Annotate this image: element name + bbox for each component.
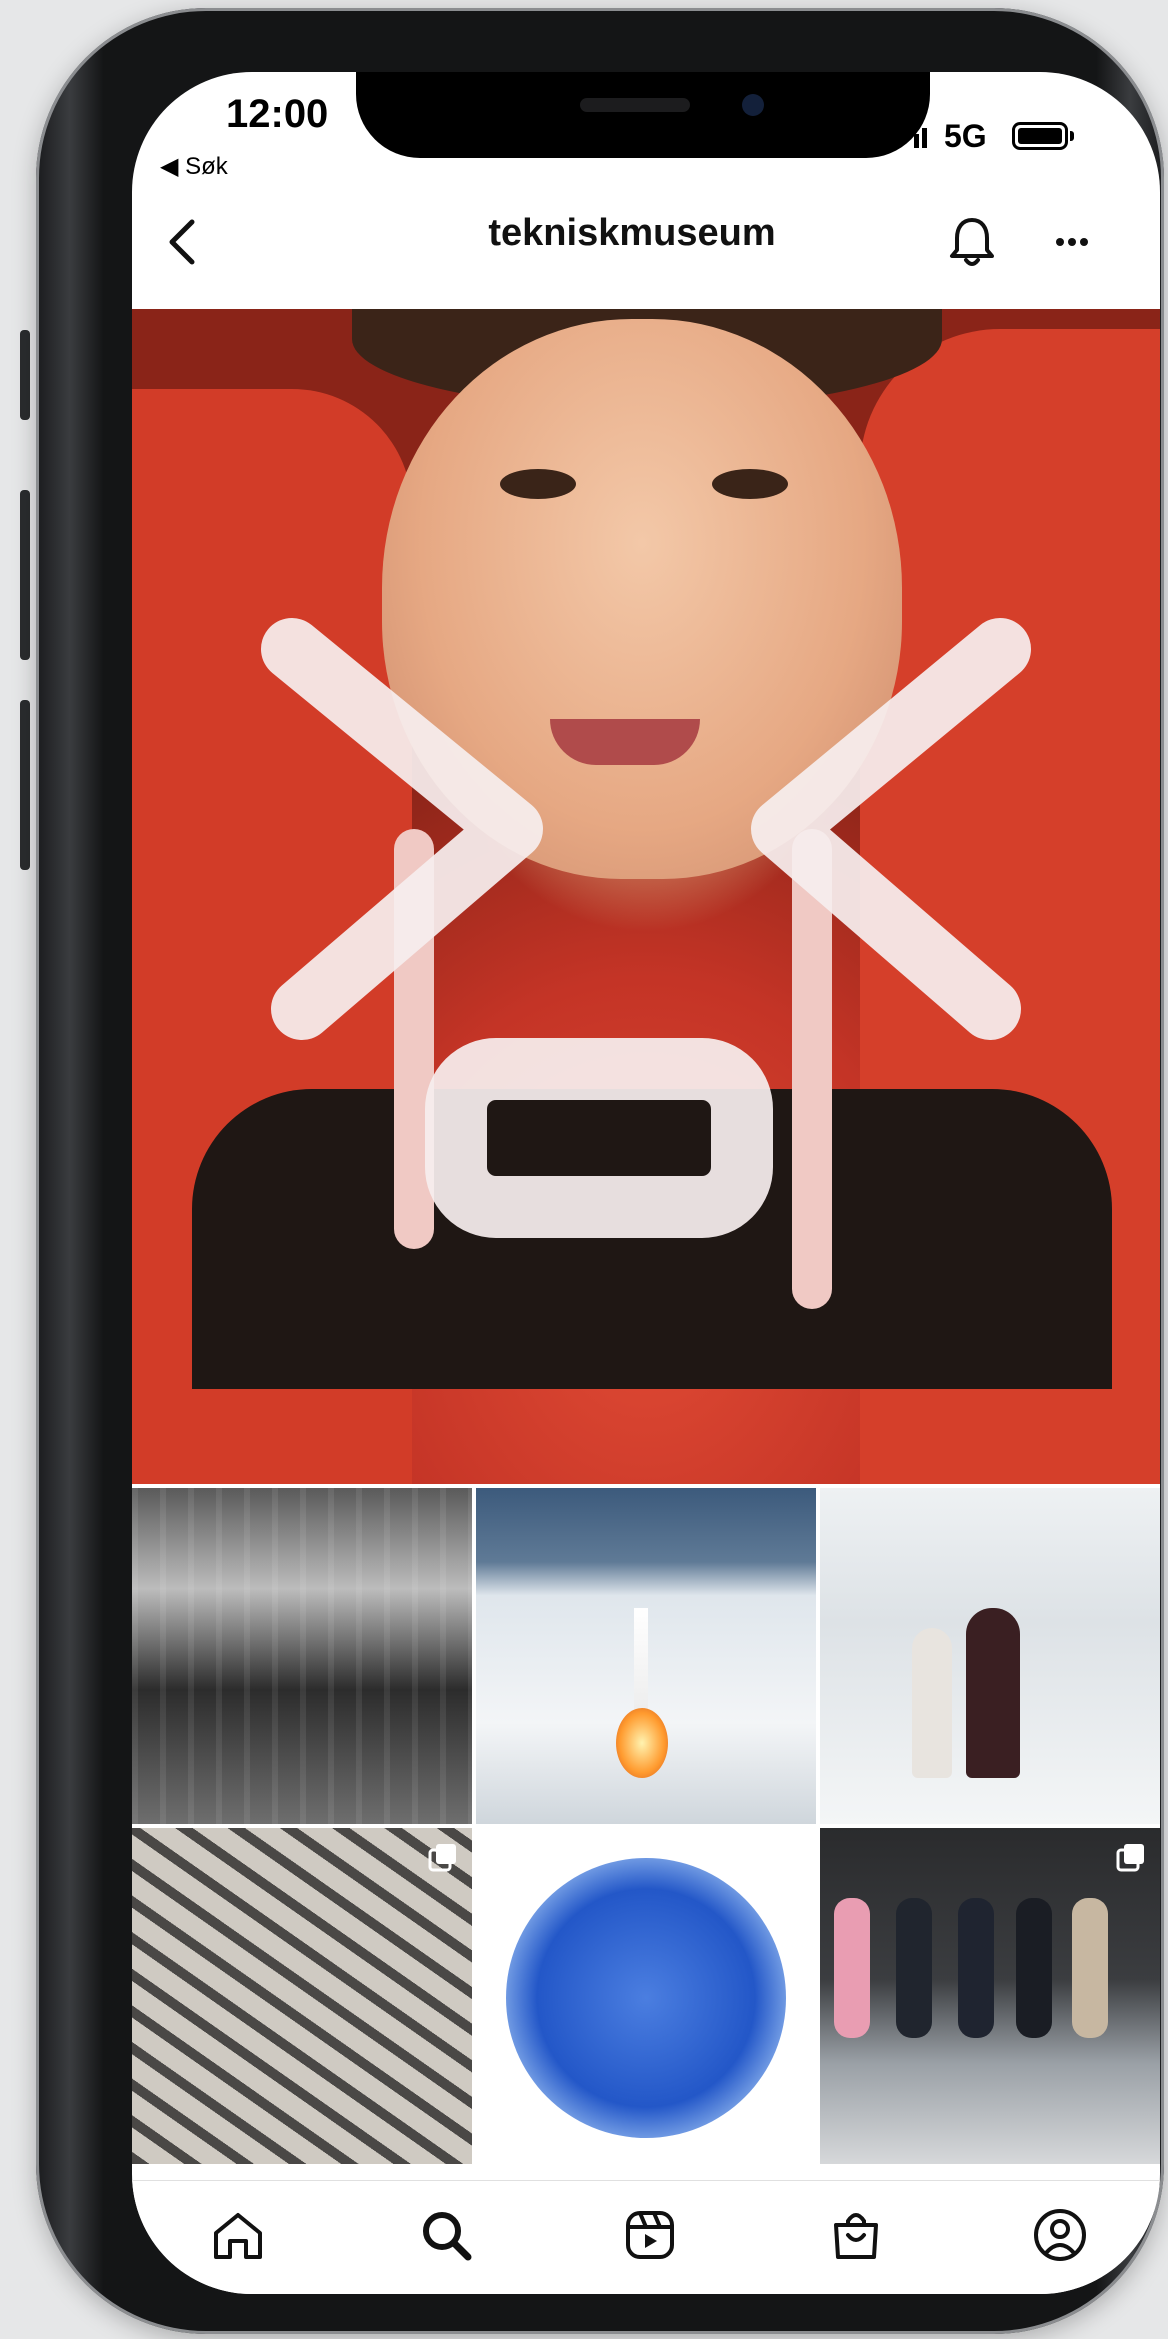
post-factory[interactable] <box>132 1488 472 1824</box>
back-to-app-link[interactable]: ◀ Søk <box>160 152 228 181</box>
search-icon[interactable] <box>414 2203 478 2267</box>
phone-frame: 12:00 ◀ Søk 5G tekniskmuseum <box>36 8 1164 2334</box>
hero-image[interactable] <box>132 309 1160 1484</box>
multiple-images-icon <box>428 1844 456 1872</box>
person <box>1072 1898 1108 2038</box>
person <box>1016 1898 1052 2038</box>
volume-up-button <box>20 490 30 660</box>
battery-icon <box>1012 122 1074 150</box>
blue-illustration <box>506 1858 786 2138</box>
reels-icon[interactable] <box>618 2203 682 2267</box>
post-reindeer[interactable] <box>820 1488 1160 1824</box>
more-horizontal-icon[interactable] <box>1040 210 1104 274</box>
person <box>834 1898 870 2038</box>
notch <box>356 72 930 158</box>
phone-screen: 12:00 ◀ Søk 5G tekniskmuseum <box>132 72 1160 2294</box>
chevron-left-icon[interactable] <box>154 212 214 272</box>
speaker-grille <box>580 98 690 112</box>
status-time: 12:00 <box>226 92 329 136</box>
shop-bag-icon[interactable] <box>824 2203 888 2267</box>
home-icon[interactable] <box>206 2203 270 2267</box>
network-label: 5G <box>944 118 987 154</box>
bell-icon[interactable] <box>940 210 1004 274</box>
bottom-nav <box>132 2180 1160 2294</box>
person <box>896 1898 932 2038</box>
adult-figure <box>966 1608 1020 1778</box>
museum-logo-overlay <box>261 618 1031 1238</box>
profile-icon[interactable] <box>1028 2203 1092 2267</box>
post-planes-pattern[interactable] <box>132 1828 472 2164</box>
post-grid <box>132 1488 1160 2180</box>
person <box>958 1898 994 2038</box>
post-exhibition-group[interactable] <box>820 1828 1160 2164</box>
child-figure <box>912 1628 952 1778</box>
rocket-flame <box>616 1708 668 1778</box>
post-rocket-launch[interactable] <box>476 1488 816 1824</box>
front-camera <box>742 94 764 116</box>
volume-down-button <box>20 700 30 870</box>
multiple-images-icon <box>1116 1844 1144 1872</box>
silent-switch <box>20 330 30 420</box>
profile-username: tekniskmuseum <box>488 212 776 254</box>
post-blue-figures[interactable] <box>476 1828 816 2164</box>
